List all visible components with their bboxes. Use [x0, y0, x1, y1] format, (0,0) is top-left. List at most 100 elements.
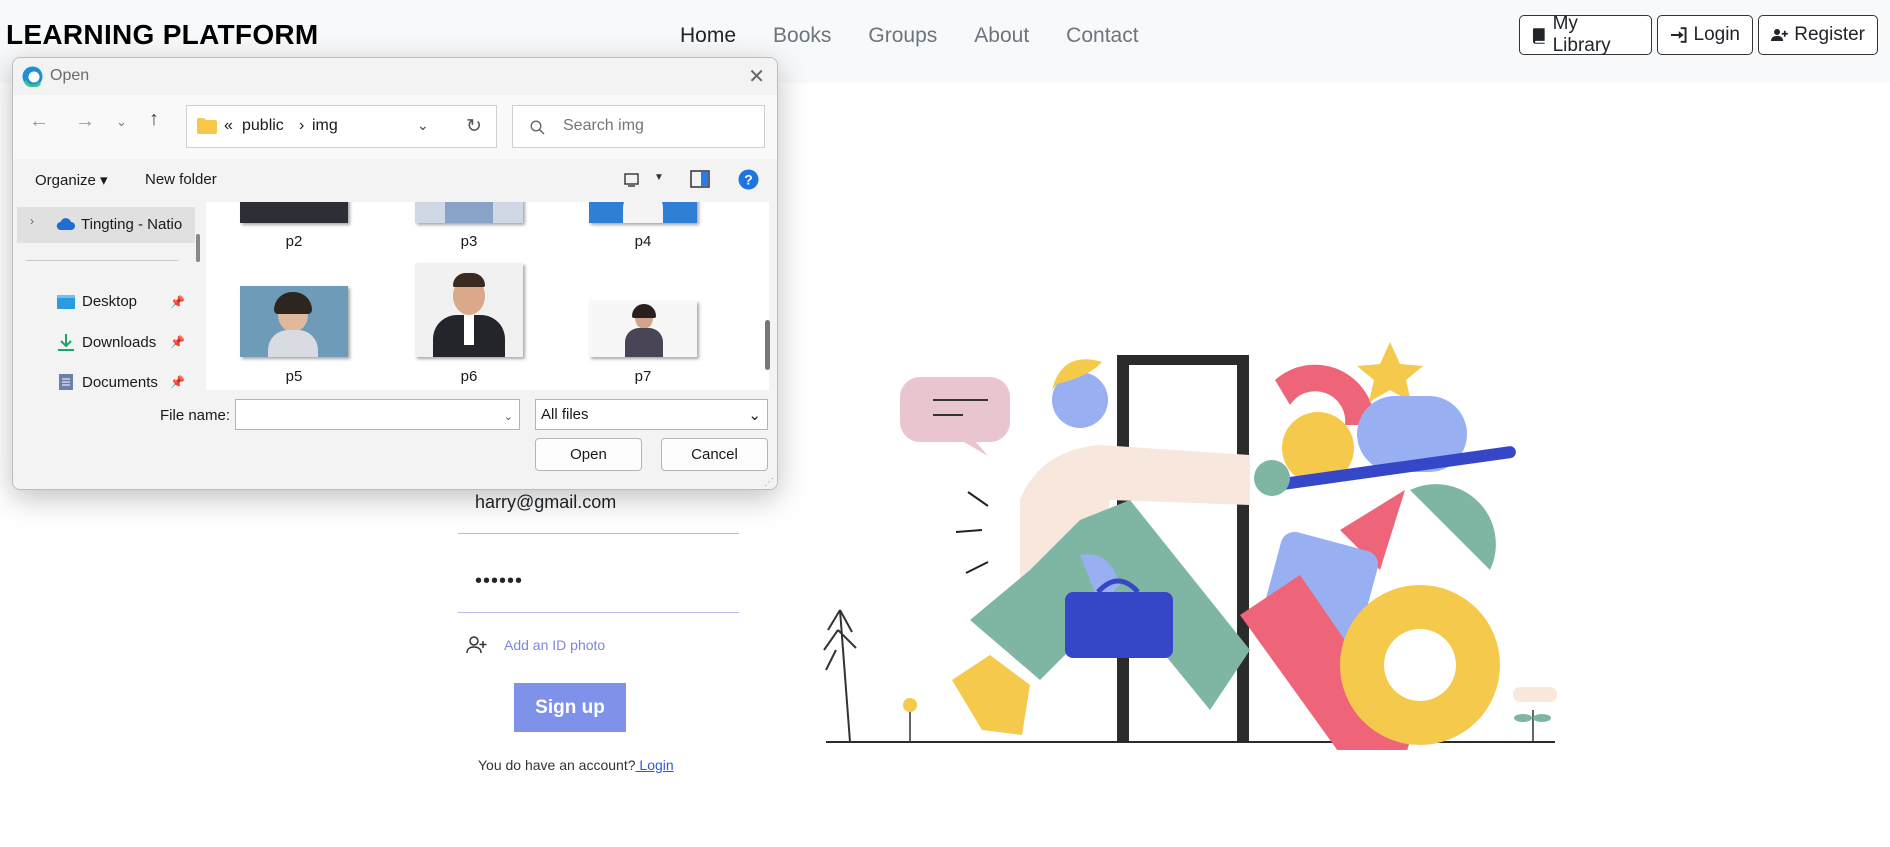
password-field[interactable]: ••••••: [475, 570, 523, 593]
nav-groups[interactable]: Groups: [868, 24, 937, 48]
nav-about[interactable]: About: [974, 24, 1029, 48]
view-options-chevron-icon[interactable]: ▼: [654, 172, 664, 183]
brand-logo[interactable]: LEARNING PLATFORM: [6, 19, 319, 51]
address-bar[interactable]: « public › img ⌄ ↻: [186, 105, 497, 148]
expand-chevron-icon[interactable]: ›: [30, 214, 34, 228]
illustration: [823, 342, 1557, 750]
dialog-title-bar[interactable]: Open ✕: [13, 58, 777, 95]
organize-label: Organize: [35, 172, 96, 189]
nav-books[interactable]: Books: [773, 24, 831, 48]
nav-item-desktop[interactable]: Desktop: [56, 293, 137, 310]
search-icon: [530, 120, 545, 135]
user-plus-icon: [466, 636, 487, 654]
email-underline: [458, 533, 739, 534]
file-name-p2[interactable]: p2: [234, 233, 354, 250]
thumbnail-p4[interactable]: [589, 202, 697, 223]
onedrive-label: Tingting - Natio: [81, 216, 183, 233]
cancel-button[interactable]: Cancel: [661, 438, 768, 471]
thumbnail-p5[interactable]: [240, 286, 348, 357]
resize-grip-icon[interactable]: ⋰: [764, 477, 774, 488]
document-icon: [59, 374, 73, 391]
file-open-dialog: Open ✕ ← → ⌄ ↑ « public › img ⌄ ↻ Search…: [12, 57, 778, 490]
preview-pane-icon[interactable]: [690, 170, 710, 188]
edge-browser-icon: [22, 66, 43, 87]
desktop-icon: [57, 294, 75, 309]
file-name-p4[interactable]: p4: [583, 233, 703, 250]
file-type-select[interactable]: All files ⌄: [535, 399, 768, 430]
view-mode-icon[interactable]: [624, 172, 640, 188]
account-prompt: You do have an account? Login: [478, 757, 674, 773]
close-icon[interactable]: ✕: [748, 64, 765, 89]
svg-text:?: ?: [744, 172, 753, 188]
search-placeholder: Search img: [563, 117, 644, 134]
nav-home[interactable]: Home: [680, 24, 736, 48]
file-name-p7[interactable]: p7: [583, 368, 703, 385]
nav-contact[interactable]: Contact: [1066, 24, 1138, 48]
nav-item-onedrive-label-row: Tingting - Natio: [56, 216, 182, 233]
new-folder-button[interactable]: New folder: [145, 171, 217, 188]
file-type-chevron-icon: ⌄: [748, 407, 761, 424]
nav-divider: [26, 260, 178, 261]
file-name-p6[interactable]: p6: [409, 368, 529, 385]
login-button[interactable]: Login: [1657, 15, 1753, 55]
nav-pane-scrollbar[interactable]: [196, 234, 200, 262]
thumbnail-p6[interactable]: [415, 263, 523, 357]
search-input[interactable]: Search img: [512, 105, 765, 148]
password-underline: [458, 612, 739, 613]
breadcrumb-overflow[interactable]: «: [224, 117, 233, 135]
thumbnail-p7[interactable]: [589, 301, 697, 357]
my-library-button[interactable]: My Library: [1519, 13, 1652, 56]
open-button[interactable]: Open: [535, 438, 642, 471]
dialog-footer: File name: ⌄ All files ⌄ Open Cancel ⋰: [13, 390, 777, 489]
pin-icon[interactable]: 📌: [170, 335, 185, 349]
recent-locations-chevron-icon[interactable]: ⌄: [116, 114, 127, 130]
register-label: Register: [1794, 24, 1865, 45]
navigation-pane: › Tingting - Natio Desktop 📌 Downloads 📌…: [13, 202, 201, 391]
address-dropdown-chevron-icon[interactable]: ⌄: [417, 117, 429, 134]
sign-up-button[interactable]: Sign up: [514, 683, 626, 732]
download-icon: [58, 334, 74, 351]
documents-label: Documents: [82, 373, 158, 391]
nav-links: Home Books Groups About Contact: [680, 24, 1176, 48]
up-arrow-icon[interactable]: ↑: [149, 108, 159, 131]
add-photo-row[interactable]: Add an ID photo: [466, 636, 605, 654]
help-icon[interactable]: ?: [738, 169, 759, 190]
command-bar: Organize ▾ New folder ▼ ?: [13, 159, 777, 202]
file-name-p3[interactable]: p3: [409, 233, 529, 250]
nav-item-downloads[interactable]: Downloads: [56, 333, 156, 351]
login-link[interactable]: Login: [636, 757, 673, 773]
breadcrumb-img[interactable]: img: [312, 117, 338, 135]
breadcrumb-separator: ›: [299, 117, 305, 134]
pin-icon[interactable]: 📌: [170, 295, 185, 309]
file-list-scrollbar[interactable]: [765, 320, 770, 370]
email-field[interactable]: harry@gmail.com: [475, 492, 616, 513]
organize-menu[interactable]: Organize ▾: [35, 171, 108, 189]
login-label: Login: [1693, 24, 1741, 45]
thumbnail-p3[interactable]: [415, 202, 523, 223]
file-type-value: All files: [541, 406, 589, 423]
nav-item-documents[interactable]: Documents: [56, 373, 158, 391]
folder-icon: [197, 118, 217, 134]
forward-arrow-icon[interactable]: →: [75, 110, 95, 133]
back-arrow-icon[interactable]: ←: [29, 110, 49, 133]
file-name-dropdown-chevron-icon[interactable]: ⌄: [504, 410, 513, 423]
cloud-icon: [56, 218, 75, 231]
desktop-label: Desktop: [82, 293, 138, 310]
book-icon: [1532, 27, 1545, 44]
thumbnail-p2[interactable]: [240, 202, 348, 223]
breadcrumb-public[interactable]: public: [242, 117, 284, 135]
dialog-title: Open: [50, 67, 90, 84]
file-list: p2 p3 p4 p5 p6 p7: [206, 202, 769, 390]
file-name-label: File name:: [160, 407, 231, 424]
downloads-label: Downloads: [82, 333, 157, 351]
register-button[interactable]: Register: [1758, 15, 1878, 55]
refresh-icon[interactable]: ↻: [466, 115, 482, 138]
add-photo-label: Add an ID photo: [504, 637, 606, 653]
address-row: ← → ⌄ ↑ « public › img ⌄ ↻ Search img: [13, 95, 777, 159]
pin-icon[interactable]: 📌: [170, 375, 185, 389]
file-name-input[interactable]: ⌄: [235, 399, 520, 430]
file-name-p5[interactable]: p5: [234, 368, 354, 385]
login-icon: [1670, 27, 1687, 43]
user-plus-icon: [1771, 28, 1788, 42]
account-text: You do have an account?: [478, 757, 636, 773]
